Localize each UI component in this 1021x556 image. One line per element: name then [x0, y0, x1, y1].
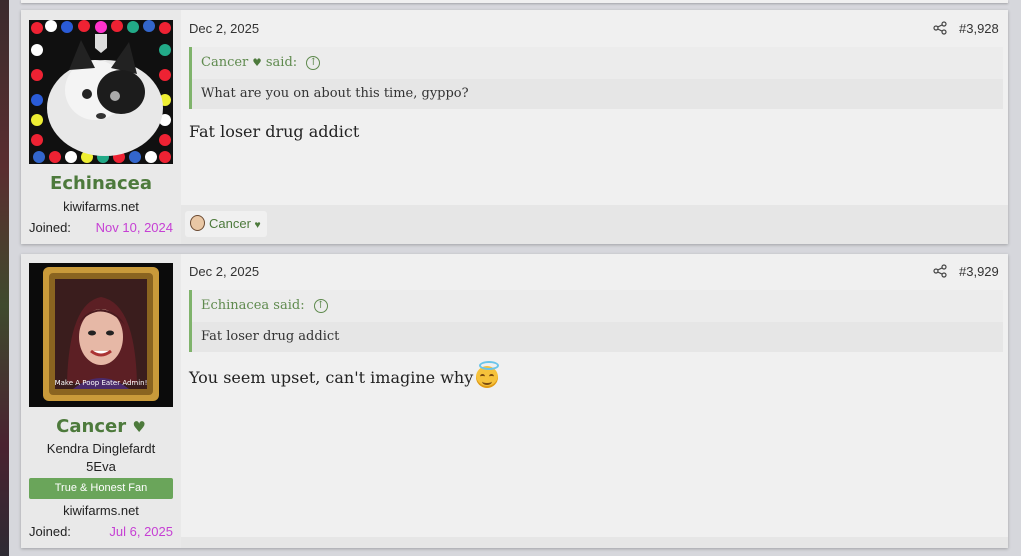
user-face-icon — [190, 215, 205, 231]
reactions-bar — [181, 537, 1008, 548]
post-message: Fat loser drug addict — [189, 122, 360, 141]
joined-date: Jul 6, 2025 — [109, 524, 173, 539]
post-date[interactable]: Dec 2, 2025 — [189, 264, 259, 279]
avatar-caption: Make A Poop Eater Admin! — [55, 379, 148, 387]
quote-text: What are you on about this time, gyppo? — [201, 86, 469, 101]
post-date[interactable]: Dec 2, 2025 — [189, 21, 259, 36]
user-site: kiwifarms.net — [63, 199, 139, 214]
user-site: kiwifarms.net — [63, 503, 139, 518]
smiling-face-with-halo-icon — [476, 361, 500, 388]
username[interactable]: Echinacea — [21, 173, 181, 194]
quote-header[interactable]: Cancer ♥ said: ↑ — [192, 47, 1003, 79]
joined-date: Nov 10, 2024 — [95, 220, 173, 235]
quote-block: Cancer ♥ said: ↑ What are you on about t… — [189, 47, 1003, 109]
post-number[interactable]: #3,928 — [959, 21, 999, 36]
heart-icon: ♥ — [252, 57, 262, 69]
joined-label: Joined: — [29, 220, 71, 235]
post-message: You seem upset, can't imagine why — [189, 361, 500, 388]
heart-icon: ♥ — [132, 418, 146, 436]
reactions-bar: Cancer ♥ — [181, 205, 1008, 244]
post-message-text: You seem upset, can't imagine why — [189, 368, 474, 387]
reaction-user[interactable]: Cancer — [209, 216, 251, 231]
username-text[interactable]: Cancer — [56, 416, 126, 437]
username[interactable]: Cancer ♥ — [21, 416, 181, 437]
user-info-column: Echinacea kiwifarms.net Joined: Nov 10, … — [21, 10, 181, 244]
quote-said: said: — [265, 55, 298, 70]
background-strip — [0, 0, 9, 556]
previous-post-edge — [21, 0, 1008, 3]
quote-author[interactable]: Echinacea — [201, 298, 269, 313]
custom-title-2: 5Eva — [86, 459, 116, 474]
quote-text: Fat loser drug addict — [201, 329, 340, 344]
avatar[interactable] — [29, 20, 173, 164]
post-number[interactable]: #3,929 — [959, 264, 999, 279]
quote-block: Echinacea said: ↑ Fat loser drug addict — [189, 290, 1003, 352]
arrow-up-circle-icon[interactable]: ↑ — [313, 298, 328, 313]
user-banner: True & Honest Fan — [29, 478, 173, 499]
post: Echinacea kiwifarms.net Joined: Nov 10, … — [21, 10, 1008, 244]
quote-said: said: — [273, 298, 305, 313]
avatar[interactable]: Make A Poop Eater Admin! — [29, 263, 173, 407]
joined-label: Joined: — [29, 524, 71, 539]
heart-icon: ♥ — [254, 220, 261, 231]
quote-author[interactable]: Cancer — [201, 55, 248, 70]
user-info-column: Make A Poop Eater Admin! Cancer ♥ Kendra… — [21, 254, 181, 548]
share-icon[interactable] — [933, 21, 947, 35]
arrow-up-circle-icon[interactable]: ↑ — [306, 55, 321, 70]
custom-title: Kendra Dinglefardt — [46, 441, 156, 456]
quote-header[interactable]: Echinacea said: ↑ — [192, 290, 1003, 322]
share-icon[interactable] — [933, 264, 947, 278]
reaction-item[interactable]: Cancer ♥ — [185, 211, 267, 237]
post: Make A Poop Eater Admin! Cancer ♥ Kendra… — [21, 254, 1008, 548]
